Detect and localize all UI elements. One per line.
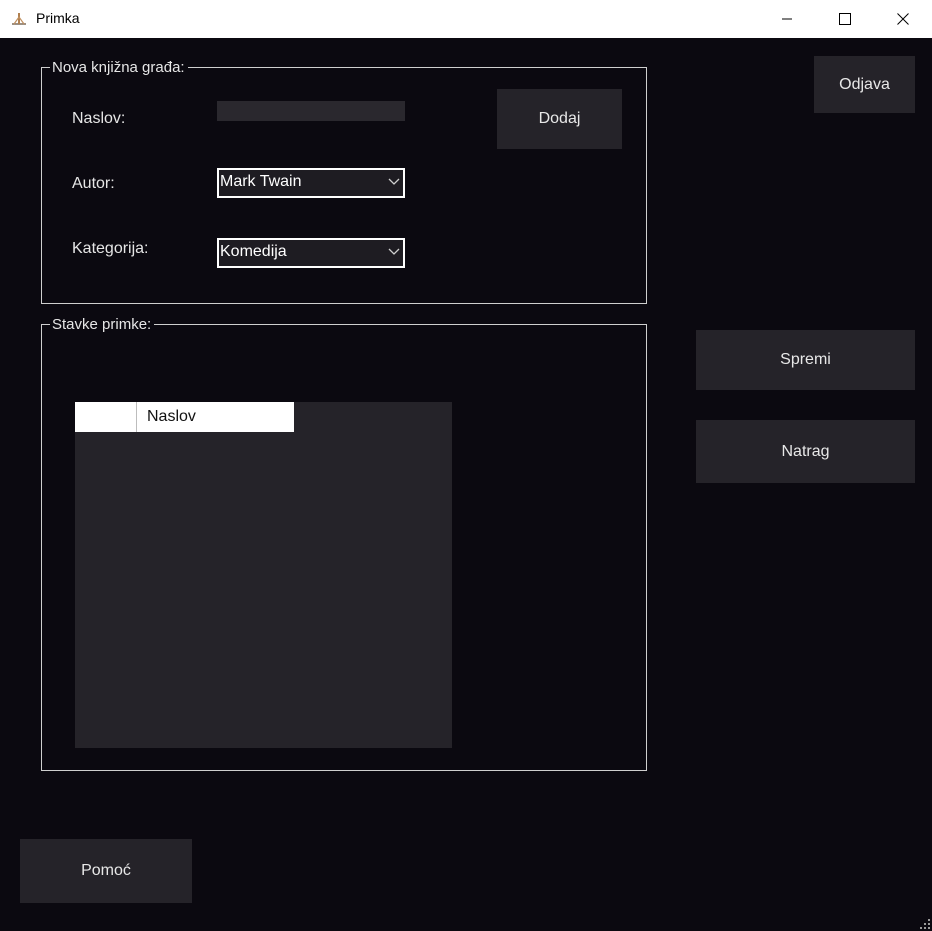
add-button[interactable]: Dodaj [497, 89, 622, 149]
save-button[interactable]: Spremi [696, 330, 915, 390]
author-label: Autor: [72, 175, 115, 192]
items-legend: Stavke primke: [50, 316, 155, 333]
items-table[interactable]: Naslov [75, 402, 452, 748]
author-select-value: Mark Twain [220, 173, 302, 190]
chevron-down-icon [388, 248, 400, 255]
close-button[interactable] [880, 0, 926, 38]
close-icon [897, 13, 909, 25]
minimize-button[interactable] [764, 0, 810, 38]
app-icon [12, 13, 26, 25]
resize-grip-icon[interactable] [920, 919, 930, 929]
category-select[interactable]: Komedija [217, 238, 405, 268]
table-corner-header[interactable] [75, 402, 137, 432]
window-title: Primka [36, 10, 80, 26]
window-client: Nova knjižna građa: Naslov: Dodaj Autor:… [0, 38, 932, 931]
help-button[interactable]: Pomoć [20, 839, 192, 903]
category-select-value: Komedija [220, 243, 287, 260]
minimize-icon [782, 18, 792, 20]
title-bar: Primka [0, 0, 932, 39]
author-select[interactable]: Mark Twain [217, 168, 405, 198]
maximize-icon [839, 13, 851, 25]
back-button[interactable]: Natrag [696, 420, 915, 483]
title-input[interactable] [217, 101, 405, 121]
category-label: Kategorija: [72, 240, 149, 257]
new-material-legend: Nova knjižna građa: [50, 59, 188, 76]
logout-button[interactable]: Odjava [814, 56, 915, 113]
chevron-down-icon [388, 178, 400, 185]
title-label: Naslov: [72, 110, 126, 127]
column-header-naslov[interactable]: Naslov [137, 402, 294, 432]
maximize-button[interactable] [822, 0, 868, 38]
